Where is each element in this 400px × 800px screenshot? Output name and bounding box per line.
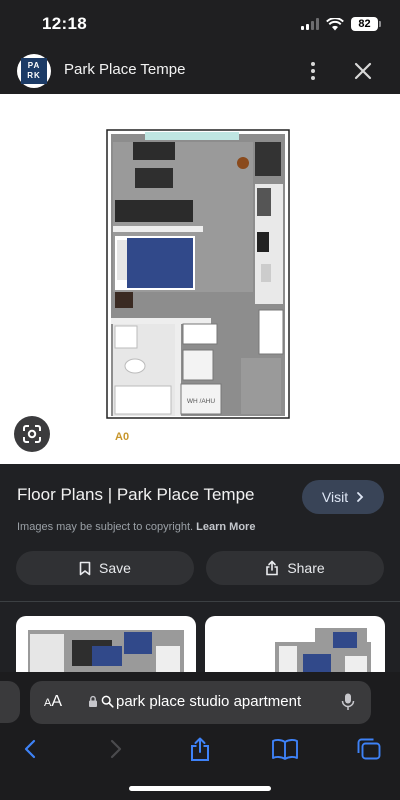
site-logo: PA RK <box>17 54 51 88</box>
save-button[interactable]: Save <box>16 551 194 585</box>
floor-plan-image: WH /AHU <box>105 128 291 420</box>
share-icon <box>266 560 279 576</box>
related-image-thumbnail[interactable] <box>205 616 385 680</box>
result-title[interactable]: Floor Plans | Park Place Tempe <box>17 485 255 505</box>
battery-indicator: 82 <box>351 17 381 31</box>
previous-tab-peek[interactable] <box>0 681 20 723</box>
copyright-note: Images may be subject to copyright. Lear… <box>17 521 255 533</box>
divider <box>0 601 400 602</box>
more-vert-icon[interactable] <box>302 58 324 84</box>
forward-icon <box>110 739 122 759</box>
site-header: PA RK Park Place Tempe <box>0 48 400 94</box>
logo-line2: RK <box>27 71 41 80</box>
visit-label: Visit <box>321 489 349 505</box>
copyright-text: Images may be subject to copyright. <box>17 521 194 533</box>
status-bar: 12:18 82 <box>0 0 400 48</box>
share-icon <box>191 737 209 761</box>
site-title[interactable]: Park Place Tempe <box>64 61 185 78</box>
microphone-icon[interactable] <box>340 692 356 712</box>
logo-line1: PA <box>27 61 41 70</box>
page-settings-button[interactable]: AA <box>44 693 62 711</box>
result-info-panel: Floor Plans | Park Place Tempe Visit Ima… <box>0 464 400 680</box>
bookmarks-button[interactable] <box>270 734 300 764</box>
home-indicator <box>129 786 271 791</box>
address-bar[interactable]: AA park place studio apartment <box>30 681 371 724</box>
related-image-thumbnail[interactable] <box>16 616 196 680</box>
share-button[interactable]: Share <box>206 551 384 585</box>
aa-large: A <box>51 693 63 710</box>
save-label: Save <box>99 560 131 576</box>
url-text[interactable]: park place studio apartment <box>116 693 301 710</box>
lock-icon <box>89 695 97 707</box>
close-icon[interactable] <box>350 58 376 84</box>
back-button[interactable] <box>15 734 45 764</box>
search-icon <box>101 695 114 708</box>
tabs-button[interactable] <box>354 734 384 764</box>
status-icons: 82 <box>301 15 381 33</box>
back-icon <box>24 739 36 759</box>
related-floorplan-image <box>28 630 184 680</box>
image-preview[interactable]: WH /AHU A0 <box>0 94 400 464</box>
room-label: WH /AHU <box>187 398 215 405</box>
visit-button[interactable]: Visit <box>302 480 384 514</box>
tabs-icon <box>357 738 381 760</box>
google-lens-icon <box>23 425 41 443</box>
chevron-right-icon <box>357 492 364 502</box>
wifi-icon <box>326 17 344 30</box>
related-floorplan-image <box>275 628 371 680</box>
bookmark-icon <box>79 561 91 575</box>
status-time: 12:18 <box>42 14 87 33</box>
bookmarks-icon <box>272 739 298 760</box>
learn-more-link[interactable]: Learn More <box>196 521 255 533</box>
share-label: Share <box>287 560 325 576</box>
forward-button[interactable] <box>101 734 131 764</box>
plan-label: A0 <box>115 431 130 443</box>
cellular-signal-icon <box>301 18 319 30</box>
address-bar-area: AA park place studio apartment <box>0 672 400 734</box>
share-page-button[interactable] <box>185 734 215 764</box>
google-lens-button[interactable] <box>14 416 50 452</box>
